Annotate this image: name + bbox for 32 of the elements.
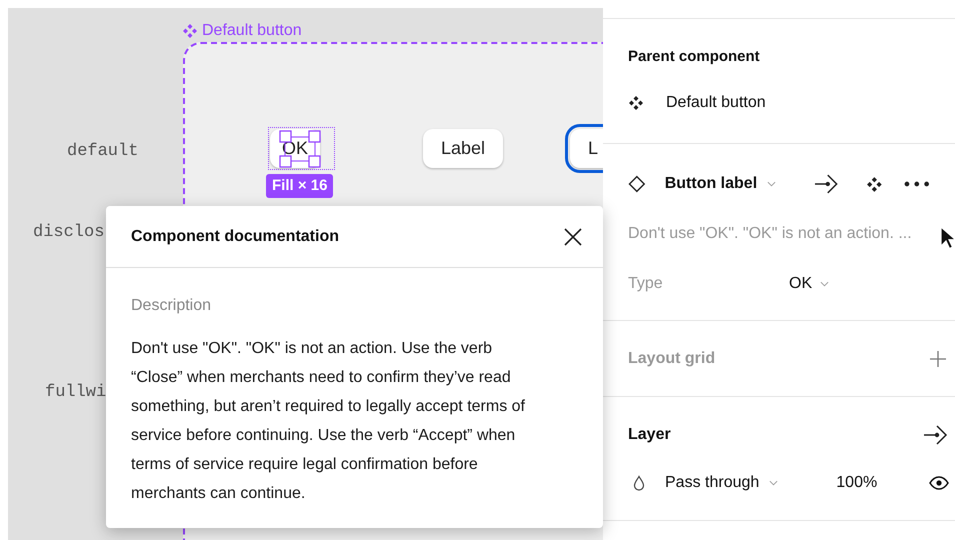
go-to-component-icon[interactable] [923, 424, 949, 446]
row-label: default [67, 141, 138, 163]
more-icon[interactable] [904, 181, 930, 187]
component-icon[interactable] [866, 176, 882, 192]
row-label: disclos [33, 222, 104, 244]
fill-count-badge: Fill × 16 [266, 174, 334, 198]
component-icon [182, 23, 198, 39]
instance-name-dropdown[interactable]: Button label [664, 172, 776, 196]
go-to-component-icon[interactable] [814, 173, 840, 195]
plus-icon[interactable] [929, 350, 947, 368]
chevron-down-icon [767, 181, 776, 187]
section-heading: Parent component [628, 47, 761, 67]
opacity-value[interactable]: 100% [836, 471, 878, 495]
section-heading: Layout grid [628, 348, 716, 368]
property-value-dropdown[interactable]: OK [789, 272, 830, 296]
row-label: fullwi [45, 382, 106, 404]
diamond-icon [628, 175, 646, 193]
drop-icon [633, 475, 645, 491]
blend-mode-dropdown[interactable]: Pass through [665, 471, 778, 495]
popup-title: Component documentation [131, 226, 339, 246]
eye-icon[interactable] [929, 476, 949, 490]
variant-button[interactable]: Label [423, 129, 504, 168]
property-label: Type [628, 274, 664, 294]
chevron-down-icon [820, 281, 830, 287]
section-label: Description [131, 296, 212, 316]
parent-component-name[interactable]: Default button [666, 90, 766, 114]
close-icon[interactable] [563, 226, 583, 246]
variant-button[interactable]: L [570, 129, 603, 168]
chevron-down-icon [769, 480, 778, 486]
description-text: Don't use "OK". "OK" is not an action. Use the verb “Close” when merchants need to confirm they’ve read something, but aren’t required to legally accept terms of service before continuing. Use the verb “Accept” when terms of service require legal confirmation before merchants can continue. [131, 339, 526, 504]
component-icon [628, 94, 644, 110]
section-heading: Layer [628, 425, 671, 445]
